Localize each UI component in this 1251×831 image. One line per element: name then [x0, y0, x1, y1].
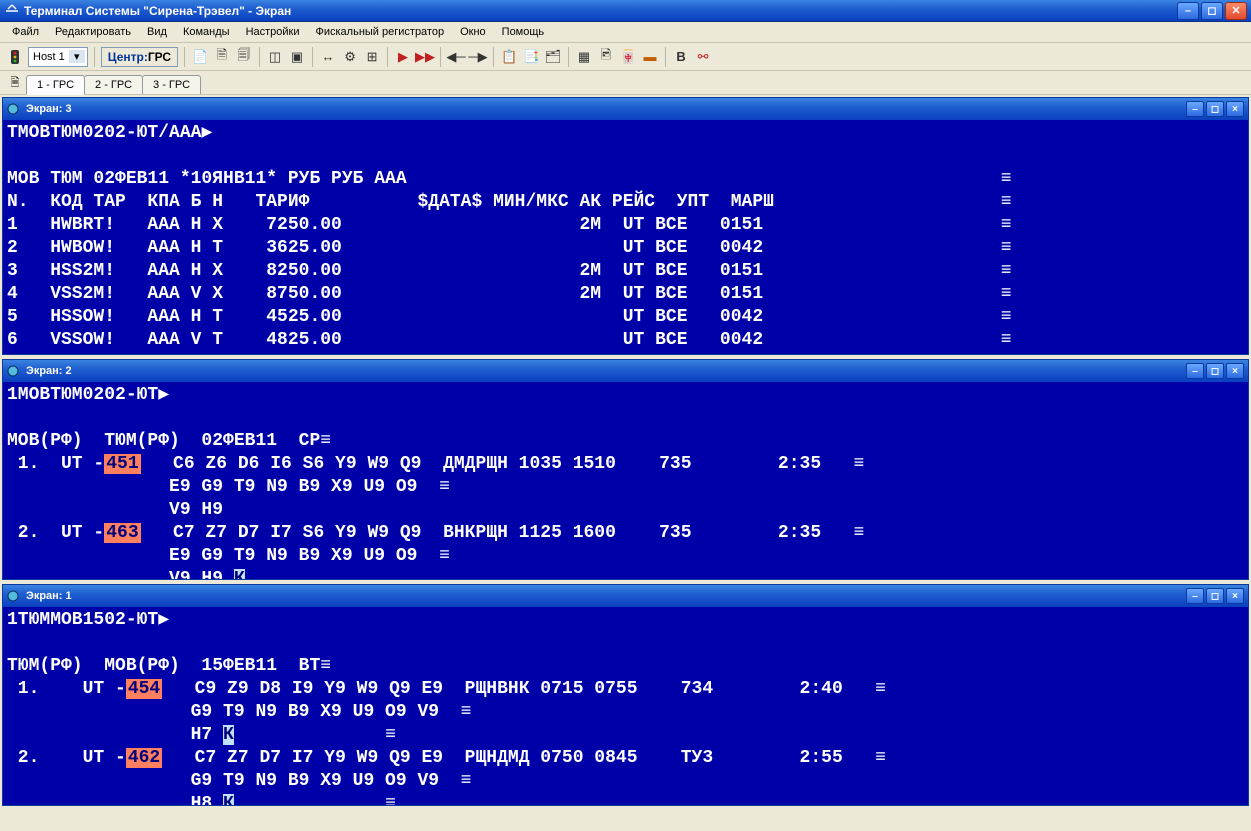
- toolbar-separator: [387, 47, 388, 67]
- terminal-output[interactable]: 1МОВТЮМ0202-ЮТ▶ МОВ(РФ) ТЮМ(РФ) 02ФЕВ11 …: [3, 382, 1248, 579]
- tool-icon[interactable]: 🀄: [619, 48, 637, 66]
- menu-window[interactable]: Окно: [452, 24, 494, 40]
- tab-bar: 🗎 1 - ГРС 2 - ГРС 3 - ГРС: [0, 71, 1251, 95]
- pane-maximize-button[interactable]: ◻: [1206, 588, 1224, 604]
- menu-edit[interactable]: Редактировать: [47, 24, 139, 40]
- tab-2[interactable]: 2 - ГРС: [84, 75, 143, 94]
- window-titlebar: Терминал Системы "Сирена-Трэвел" - Экран…: [0, 0, 1251, 22]
- tool-icon[interactable]: ▬: [641, 48, 659, 66]
- pane-titlebar[interactable]: Экран: 3 – ◻ ×: [3, 98, 1248, 120]
- arrow-left-icon[interactable]: ◀─: [447, 48, 465, 66]
- toolbar-separator: [94, 47, 95, 67]
- close-button[interactable]: ✕: [1225, 2, 1247, 20]
- pane-maximize-button[interactable]: ◻: [1206, 363, 1224, 379]
- arrow-right-icon[interactable]: ─▶: [469, 48, 487, 66]
- terminal-output[interactable]: ТМОВТЮМ0202-ЮТ/ААА▶ МОВ ТЮМ 02ФЕВ11 *10Я…: [3, 120, 1248, 354]
- pane-title-text: Экран: 2: [26, 365, 1184, 377]
- link-icon[interactable]: ⚯: [694, 48, 712, 66]
- menu-settings[interactable]: Настройки: [238, 24, 308, 40]
- toolbar-separator: [184, 47, 185, 67]
- tool-icon[interactable]: 🗂: [544, 48, 562, 66]
- center-button[interactable]: Центр: ГРС: [101, 47, 178, 67]
- menu-commands[interactable]: Команды: [175, 24, 238, 40]
- tab-label: 1 - ГРС: [37, 79, 74, 91]
- tool-icon[interactable]: 📄: [191, 48, 209, 66]
- pane-titlebar[interactable]: Экран: 1 – ◻ ×: [3, 585, 1248, 607]
- traffic-light-icon[interactable]: [6, 48, 24, 66]
- minimize-button[interactable]: –: [1177, 2, 1199, 20]
- tool-icon[interactable]: 🗐: [235, 48, 253, 66]
- pane-title-text: Экран: 1: [26, 590, 1184, 602]
- toolbar-separator: [665, 47, 666, 67]
- fast-forward-icon[interactable]: ▶▶: [416, 48, 434, 66]
- tool-icon[interactable]: 🖻: [597, 48, 615, 66]
- tab-3[interactable]: 3 - ГРС: [142, 75, 201, 94]
- tool-icon[interactable]: 📑: [522, 48, 540, 66]
- toolbar: Host 1 ▾ Центр: ГРС 📄 🗎 🗐 ◫ ▣ ↔ ⚙ ⊞ ▶ ▶▶…: [0, 43, 1251, 71]
- pane-minimize-button[interactable]: –: [1186, 101, 1204, 117]
- tool-icon[interactable]: ⊞: [363, 48, 381, 66]
- toolbar-separator: [493, 47, 494, 67]
- tool-icon[interactable]: ⚙: [341, 48, 359, 66]
- maximize-button[interactable]: ◻: [1201, 2, 1223, 20]
- pane-maximize-button[interactable]: ◻: [1206, 101, 1224, 117]
- tab-1[interactable]: 1 - ГРС: [26, 75, 85, 95]
- tab-doc-icon[interactable]: 🗎: [4, 72, 26, 94]
- pane-close-button[interactable]: ×: [1226, 588, 1244, 604]
- window-title: Терминал Системы "Сирена-Трэвел" - Экран: [24, 4, 1177, 18]
- pane-title-text: Экран: 3: [26, 103, 1184, 115]
- toolbar-separator: [568, 47, 569, 67]
- center-label: Центр:: [108, 50, 148, 64]
- host-value: Host 1: [33, 51, 65, 63]
- terminal-pane-1: Экран: 1 – ◻ × 1ТЮММОВ1502-ЮТ▶ ТЮМ(РФ) М…: [2, 584, 1249, 806]
- center-value: ГРС: [148, 50, 171, 64]
- pane-minimize-button[interactable]: –: [1186, 588, 1204, 604]
- menu-fiscal[interactable]: Фискальный регистратор: [308, 24, 453, 40]
- tab-label: 3 - ГРС: [153, 79, 190, 91]
- toolbar-separator: [312, 47, 313, 67]
- tool-icon[interactable]: ↔: [319, 48, 337, 66]
- tool-icon[interactable]: 📋: [500, 48, 518, 66]
- menu-help[interactable]: Помощь: [494, 24, 553, 40]
- tool-icon[interactable]: 🗎: [213, 48, 231, 66]
- host-selector[interactable]: Host 1 ▾: [28, 47, 88, 67]
- tool-icon[interactable]: ▦: [575, 48, 593, 66]
- terminal-output[interactable]: 1ТЮММОВ1502-ЮТ▶ ТЮМ(РФ) МОВ(РФ) 15ФЕВ11 …: [3, 607, 1248, 805]
- play-icon[interactable]: ▶: [394, 48, 412, 66]
- menu-view[interactable]: Вид: [139, 24, 175, 40]
- pane-minimize-button[interactable]: –: [1186, 363, 1204, 379]
- tab-label: 2 - ГРС: [95, 79, 132, 91]
- app-icon: [4, 3, 20, 19]
- toolbar-separator: [259, 47, 260, 67]
- tool-icon[interactable]: ▣: [288, 48, 306, 66]
- tool-icon[interactable]: ◫: [266, 48, 284, 66]
- pane-icon: [7, 365, 23, 377]
- terminal-pane-2: Экран: 2 – ◻ × 1МОВТЮМ0202-ЮТ▶ МОВ(РФ) Т…: [2, 359, 1249, 580]
- menu-bar: Файл Редактировать Вид Команды Настройки…: [0, 22, 1251, 43]
- pane-close-button[interactable]: ×: [1226, 363, 1244, 379]
- menu-file[interactable]: Файл: [4, 24, 47, 40]
- pane-titlebar[interactable]: Экран: 2 – ◻ ×: [3, 360, 1248, 382]
- pane-icon: [7, 590, 23, 602]
- tool-icon[interactable]: В: [672, 48, 690, 66]
- pane-icon: [7, 103, 23, 115]
- toolbar-separator: [440, 47, 441, 67]
- pane-close-button[interactable]: ×: [1226, 101, 1244, 117]
- terminal-pane-3: Экран: 3 – ◻ × ТМОВТЮМ0202-ЮТ/ААА▶ МОВ Т…: [2, 97, 1249, 355]
- chevron-down-icon: ▾: [69, 50, 85, 63]
